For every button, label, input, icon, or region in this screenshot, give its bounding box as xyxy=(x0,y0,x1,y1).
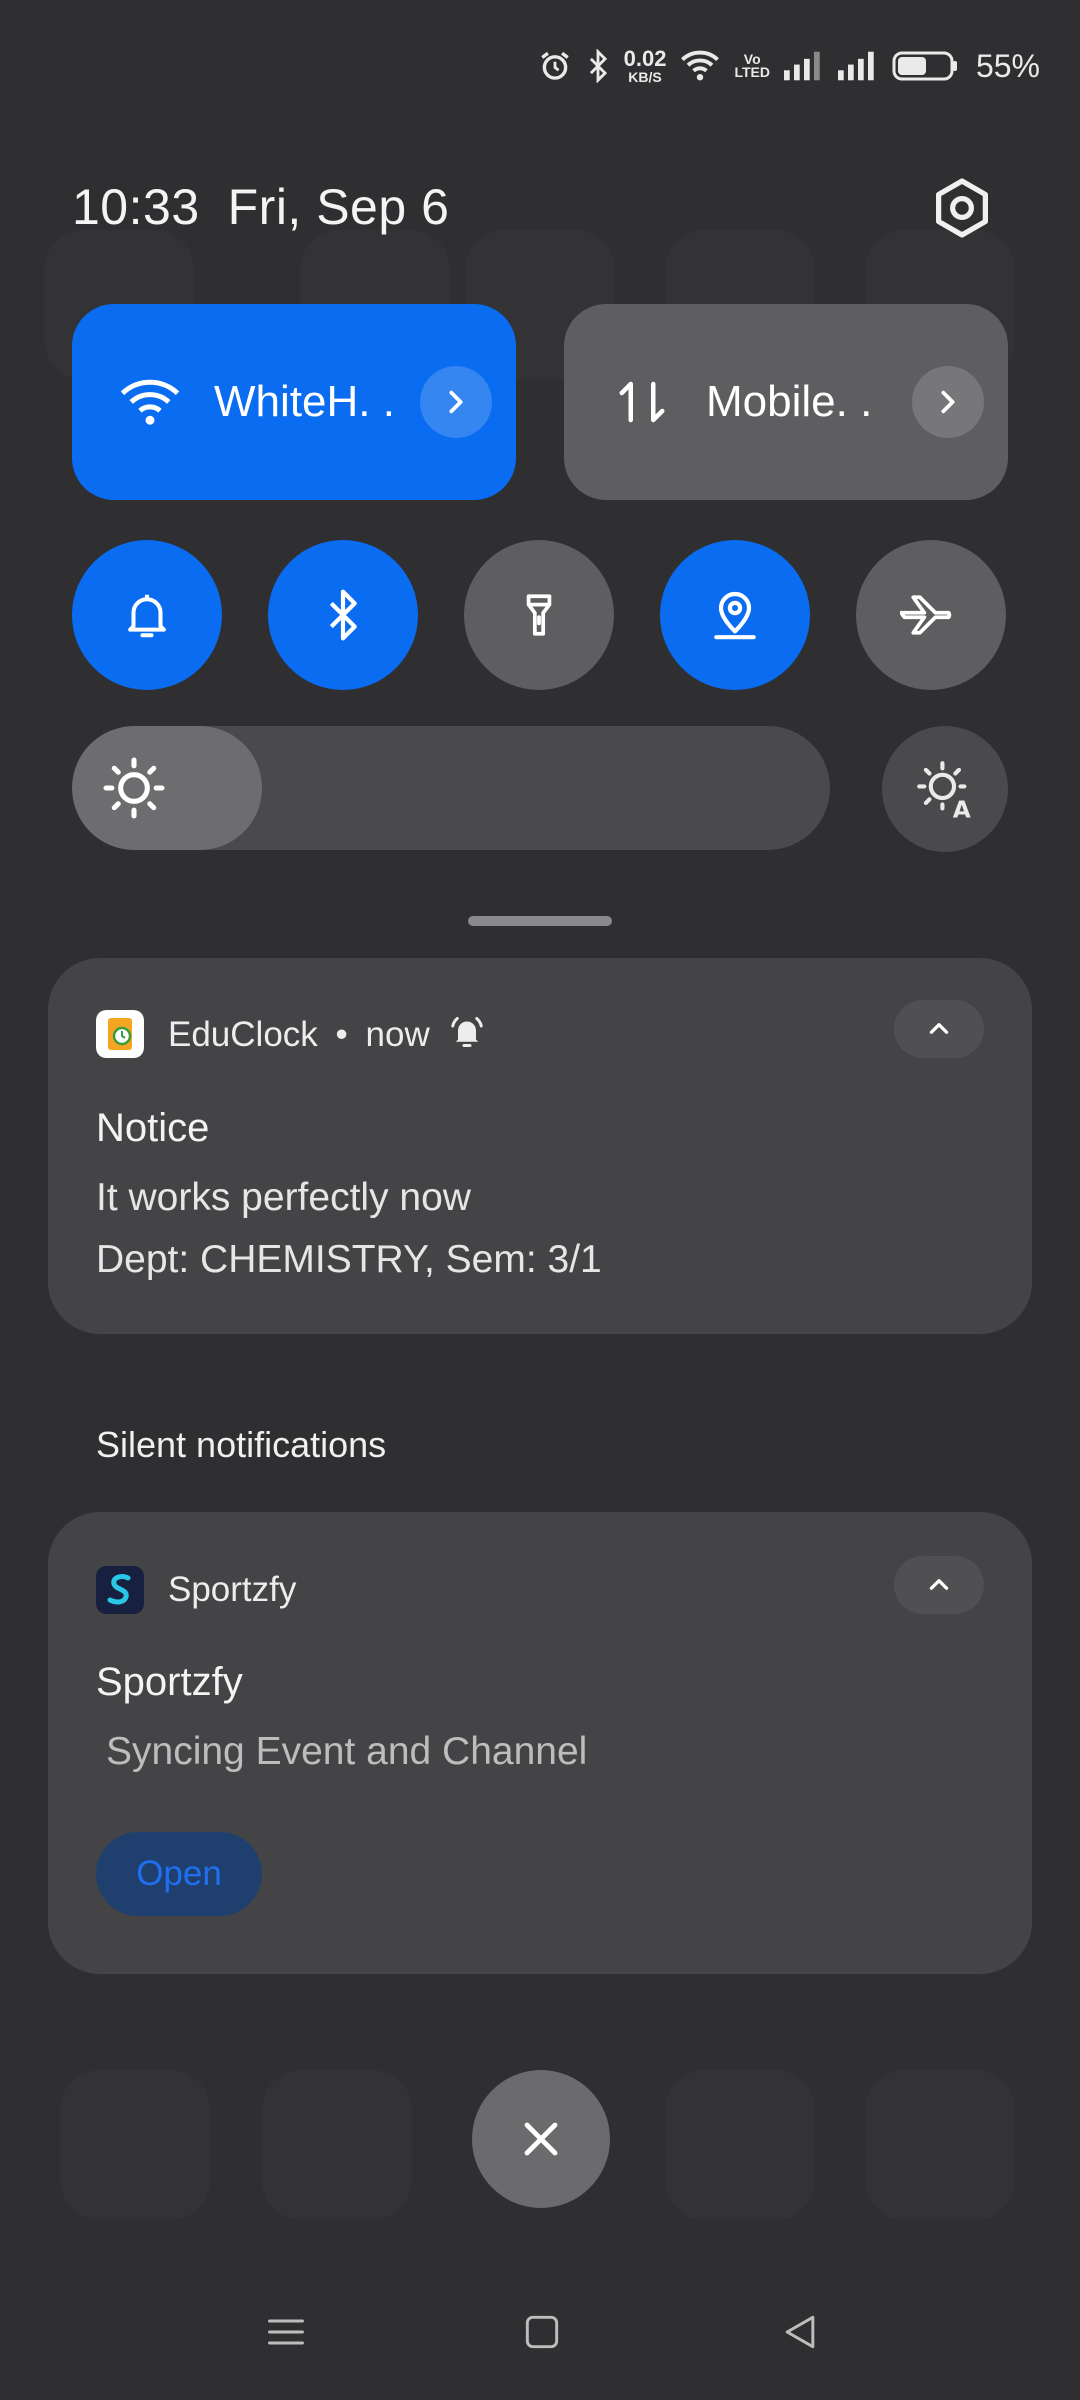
sound-toggle[interactable] xyxy=(72,540,222,690)
background-dock-icon xyxy=(665,2070,815,2220)
notification-text: Syncing Event and Channel xyxy=(106,1730,588,1773)
notification-time: now xyxy=(365,1015,430,1054)
mobile-data-tile[interactable]: Mobile. . xyxy=(564,304,1008,500)
battery-percent: 55% xyxy=(975,47,1040,84)
chevron-up-icon xyxy=(929,1023,949,1034)
clock-date-text: Fri, Sep 6 xyxy=(227,179,450,235)
alarm-icon xyxy=(540,51,569,80)
brightness-fill xyxy=(72,726,262,850)
location-toggle[interactable] xyxy=(660,540,810,690)
bluetooth-icon xyxy=(589,49,607,83)
network-speed-value: 0.02 xyxy=(623,46,667,71)
educlock-app-icon xyxy=(96,1010,144,1058)
wifi-icon xyxy=(681,50,720,81)
separator-dot: • xyxy=(335,1015,348,1054)
settings-gear-icon xyxy=(936,178,988,238)
volte-indicator: Vo LTED xyxy=(734,52,770,80)
volte-bottom: LTED xyxy=(734,64,770,80)
background-dock-icon xyxy=(60,2070,210,2220)
notification-card-sportzfy[interactable]: Sportzfy Sportzfy Syncing Event and Chan… xyxy=(48,1512,1032,1974)
airplane-icon xyxy=(900,595,952,635)
shade-drag-handle[interactable] xyxy=(468,916,612,926)
bell-icon xyxy=(128,594,166,638)
brightness-slider[interactable] xyxy=(72,726,830,850)
chevron-right-icon xyxy=(449,390,463,414)
back-nav-icon[interactable] xyxy=(778,2310,822,2354)
background-dock-icon xyxy=(262,2070,412,2220)
notification-app-name: Sportzfy xyxy=(168,1570,297,1609)
open-button[interactable]: Open xyxy=(96,1832,262,1916)
airplane-mode-toggle[interactable] xyxy=(856,540,1006,690)
notification-header: EduClock • now xyxy=(168,1014,485,1055)
chevron-right-icon xyxy=(941,390,955,414)
collapse-button[interactable] xyxy=(894,1000,984,1058)
bluetooth-toggle[interactable] xyxy=(268,540,418,690)
brightness-sun-icon xyxy=(103,757,165,819)
collapse-button[interactable] xyxy=(894,1556,984,1614)
background-dock-icon xyxy=(865,2070,1015,2220)
status-bar: 0.02 KB/S Vo LTED 55% xyxy=(538,40,1040,92)
menu-nav-icon[interactable] xyxy=(264,2310,308,2354)
notification-line-2: Dept: CHEMISTRY, Sem: 3/1 xyxy=(96,1238,602,1281)
flashlight-toggle[interactable] xyxy=(464,540,614,690)
network-speed: 0.02 KB/S xyxy=(623,46,667,85)
mobile-data-label: Mobile. . xyxy=(706,377,873,426)
alert-bell-icon xyxy=(451,1017,484,1047)
close-icon xyxy=(524,2122,558,2156)
wifi-details-button[interactable] xyxy=(420,366,492,438)
bluetooth-icon xyxy=(329,589,357,641)
flashlight-icon xyxy=(526,594,552,636)
auto-brightness-icon: A xyxy=(917,761,971,820)
notification-title: Sportzfy xyxy=(96,1660,243,1704)
sportzfy-app-icon xyxy=(96,1566,144,1614)
clock-date[interactable]: 10:33 Fri, Sep 6 xyxy=(72,178,449,236)
notification-card-educlock[interactable]: EduClock • now Notice It works perfectly… xyxy=(48,958,1032,1334)
close-shade-button[interactable] xyxy=(472,2070,610,2208)
svg-text:A: A xyxy=(953,796,971,820)
wifi-icon xyxy=(120,379,180,425)
settings-button[interactable] xyxy=(929,175,995,241)
signal-icon xyxy=(837,51,874,81)
auto-brightness-button[interactable]: A xyxy=(882,726,1008,852)
wifi-tile[interactable]: WhiteH. . xyxy=(72,304,516,500)
notification-app-name: EduClock xyxy=(168,1015,318,1054)
clock-time: 10:33 xyxy=(72,179,200,235)
mobile-data-details-button[interactable] xyxy=(912,366,984,438)
chevron-up-icon xyxy=(929,1579,949,1590)
notification-title: Notice xyxy=(96,1106,210,1150)
network-speed-unit: KB/S xyxy=(628,69,662,85)
wifi-network-name: WhiteH. . xyxy=(214,377,395,426)
notification-line-1: It works perfectly now xyxy=(96,1176,471,1219)
silent-notifications-heading: Silent notifications xyxy=(96,1424,387,1465)
battery-icon xyxy=(892,51,957,81)
signal-icon xyxy=(783,51,820,81)
location-icon xyxy=(714,591,756,640)
home-nav-icon[interactable] xyxy=(520,2310,564,2354)
data-arrows-icon xyxy=(619,381,665,423)
